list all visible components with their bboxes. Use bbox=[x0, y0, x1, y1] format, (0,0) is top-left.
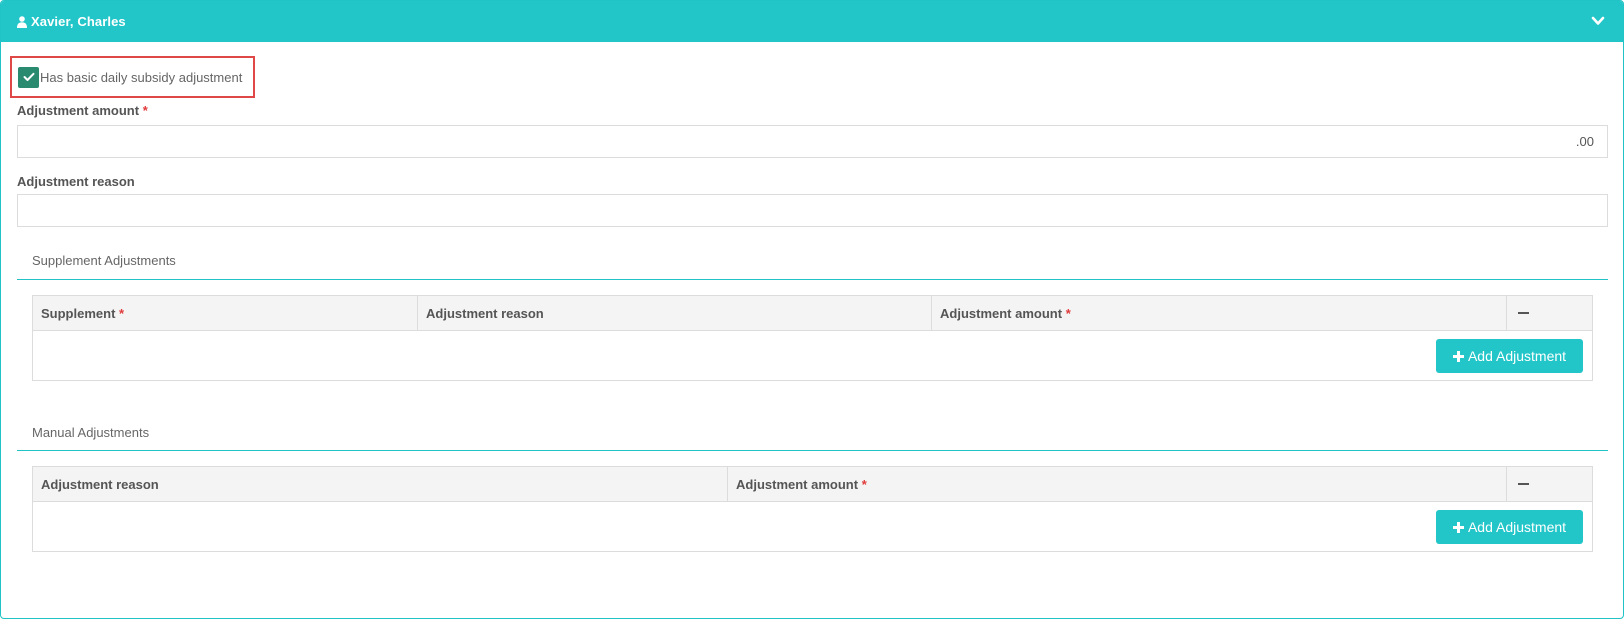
subsidy-checkbox[interactable] bbox=[18, 66, 39, 88]
column-header-reason: Adjustment reason bbox=[418, 296, 932, 330]
column-header-label: Adjustment reason bbox=[41, 476, 159, 492]
collapse-manual-button[interactable] bbox=[1507, 467, 1540, 501]
required-marker: * bbox=[861, 476, 867, 492]
adjustment-reason-input[interactable] bbox=[17, 194, 1608, 227]
supplement-adjustments-title: Supplement Adjustments bbox=[32, 253, 176, 268]
required-marker: * bbox=[1065, 305, 1071, 321]
adjustment-amount-label: Adjustment amount * bbox=[17, 103, 148, 118]
section-divider bbox=[17, 450, 1608, 451]
chevron-down-icon[interactable] bbox=[1591, 15, 1605, 27]
add-adjustment-label: Add Adjustment bbox=[1467, 519, 1567, 535]
grid-header: Adjustment reason Adjustment amount * bbox=[33, 467, 1592, 502]
column-header-amount: Adjustment amount * bbox=[728, 467, 1507, 501]
add-manual-adjustment-button[interactable]: Add Adjustment bbox=[1436, 510, 1583, 544]
checkmark-icon bbox=[23, 72, 34, 81]
person-panel: Xavier, Charles Has basic daily subsidy … bbox=[0, 0, 1624, 619]
add-adjustment-label: Add Adjustment bbox=[1467, 348, 1567, 364]
column-header-label: Adjustment amount bbox=[940, 305, 1063, 321]
minus-icon bbox=[1518, 483, 1529, 485]
grid-body: Add Adjustment bbox=[33, 331, 1592, 380]
panel-header[interactable]: Xavier, Charles bbox=[1, 1, 1623, 42]
panel-title: Xavier, Charles bbox=[31, 14, 126, 29]
adjustment-reason-label: Adjustment reason bbox=[17, 174, 135, 189]
grid-body: Add Adjustment bbox=[33, 502, 1592, 551]
column-header-label: Adjustment reason bbox=[426, 305, 544, 321]
manual-adjustments-title: Manual Adjustments bbox=[32, 425, 150, 440]
grid-header: Supplement * Adjustment reason Adjustmen… bbox=[33, 296, 1592, 331]
minus-icon bbox=[1518, 312, 1529, 314]
required-marker: * bbox=[119, 305, 125, 321]
required-marker: * bbox=[142, 103, 148, 118]
subsidy-checkbox-label[interactable]: Has basic daily subsidy adjustment bbox=[40, 70, 242, 85]
column-header-label: Supplement bbox=[41, 305, 116, 321]
plus-icon bbox=[1452, 521, 1464, 533]
column-header-supplement: Supplement * bbox=[33, 296, 418, 330]
supplement-adjustments-grid: Supplement * Adjustment reason Adjustmen… bbox=[32, 295, 1593, 381]
add-supplement-adjustment-button[interactable]: Add Adjustment bbox=[1436, 339, 1583, 373]
manual-adjustments-grid: Adjustment reason Adjustment amount * Ad… bbox=[32, 466, 1593, 552]
column-header-amount: Adjustment amount * bbox=[932, 296, 1507, 330]
adjustment-amount-input[interactable] bbox=[17, 125, 1608, 158]
plus-icon bbox=[1452, 350, 1464, 362]
user-icon bbox=[17, 15, 27, 28]
adjustment-amount-label-text: Adjustment amount bbox=[17, 103, 140, 118]
column-header-label: Adjustment amount bbox=[736, 476, 859, 492]
collapse-supplement-button[interactable] bbox=[1507, 296, 1540, 330]
adjustment-reason-label-text: Adjustment reason bbox=[17, 174, 135, 189]
section-divider bbox=[17, 279, 1608, 280]
column-header-reason: Adjustment reason bbox=[33, 467, 728, 501]
subsidy-checkbox-highlight: Has basic daily subsidy adjustment bbox=[10, 56, 255, 98]
